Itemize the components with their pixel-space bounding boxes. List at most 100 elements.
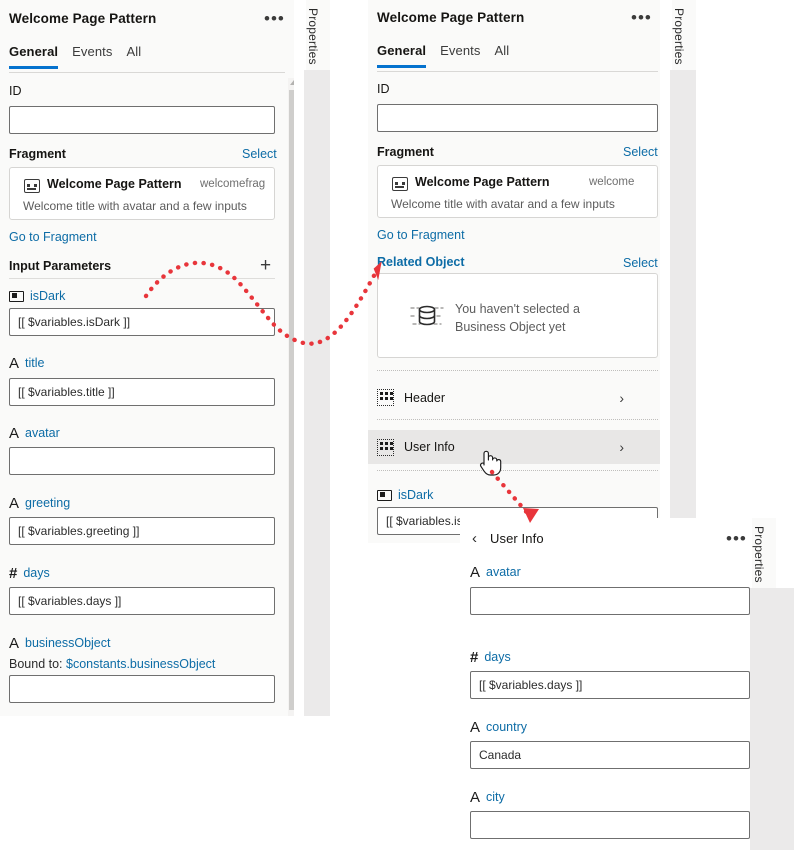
param-input-businessobject[interactable] [9, 675, 275, 703]
param-label-businessobject: businessObject [25, 636, 111, 650]
back-chevron-icon[interactable]: ‹ [472, 530, 477, 547]
nav-row-header-label: Header [404, 390, 445, 405]
properties-tab-strip-2[interactable]: Properties [672, 0, 696, 70]
number-icon: # [470, 648, 479, 666]
string-icon: A [9, 354, 20, 372]
page-title-2: Welcome Page Pattern [377, 10, 525, 25]
panel-user-info-properties: Properties ‹ User Info ••• A avatar # da… [460, 518, 794, 850]
string-icon: A [9, 634, 20, 652]
number-icon: # [9, 564, 18, 582]
id-label-2: ID [377, 82, 390, 96]
param-label-isdark: isDark [30, 289, 66, 303]
tab-all-2[interactable]: All [494, 43, 509, 68]
boolean-icon [377, 489, 392, 501]
panel-content-1: Welcome Page Pattern ••• General Events … [0, 0, 294, 716]
tab-bar-2: General Events All [377, 43, 509, 68]
param-input-isdark[interactable] [9, 308, 275, 336]
id-label-1: ID [9, 84, 22, 98]
properties-tab-label: Properties [752, 526, 766, 583]
field-input-country[interactable] [470, 741, 750, 769]
related-object-empty-card[interactable]: You haven't selected a Business Object y… [377, 273, 658, 358]
related-object-select-link[interactable]: Select [623, 256, 658, 270]
tab-underline-rule-2 [377, 71, 658, 72]
param-row-days: # days [9, 564, 50, 582]
nav-row-header[interactable]: Header › [368, 381, 660, 414]
properties-tab-label: Properties [672, 8, 686, 65]
field-row-avatar: A avatar [470, 563, 521, 581]
fragment-label-1: Fragment [9, 147, 66, 161]
nav-row-user-info[interactable]: User Info › [368, 430, 660, 464]
string-icon: A [470, 718, 481, 736]
overflow-menu-button-1[interactable]: ••• [264, 10, 285, 27]
go-to-fragment-link-2[interactable]: Go to Fragment [377, 228, 465, 242]
field-label-days: days [484, 650, 511, 664]
tab-general-1[interactable]: General [9, 44, 59, 69]
fragment-card-name-2: Welcome Page Pattern [415, 175, 550, 189]
fragment-card-description-1: Welcome title with avatar and a few inpu… [23, 199, 247, 213]
boolean-icon [9, 290, 24, 302]
id-input-1[interactable] [9, 106, 275, 134]
scrollbar-up-arrow-1[interactable] [290, 80, 294, 85]
tab-events-1[interactable]: Events [72, 44, 112, 69]
input-parameters-heading: Input Parameters [9, 259, 112, 273]
param-input-title[interactable] [9, 378, 275, 406]
overflow-menu-button-3[interactable]: ••• [726, 530, 747, 547]
param-label-greeting: greeting [25, 496, 71, 510]
tab-general-2[interactable]: General [377, 43, 427, 68]
go-to-fragment-link-1[interactable]: Go to Fragment [9, 230, 97, 244]
fragment-card-id-2: welcome [589, 176, 635, 188]
panel-fragment-properties-1: Properties Welcome Page Pattern ••• Gene… [0, 0, 330, 716]
param-row-avatar: A avatar [9, 424, 60, 442]
tab-events-2[interactable]: Events [440, 43, 480, 68]
param-label-avatar: avatar [25, 426, 60, 440]
overflow-menu-button-2[interactable]: ••• [631, 9, 652, 26]
param-label-title: title [25, 356, 45, 370]
param-row-isdark-2: isDark [377, 488, 433, 502]
grid-icon [377, 389, 394, 406]
param-input-days[interactable] [9, 587, 275, 615]
business-object-icon [410, 299, 444, 333]
string-icon: A [470, 788, 481, 806]
fragment-icon-2 [392, 177, 408, 191]
field-input-days[interactable] [470, 671, 750, 699]
fragment-card-1[interactable]: Welcome Page Pattern welcomefrag Welcome… [9, 167, 275, 220]
param-label-isdark-2: isDark [398, 488, 434, 502]
grid-icon [377, 438, 394, 456]
string-icon: A [470, 563, 481, 581]
field-input-avatar[interactable] [470, 587, 750, 615]
add-input-parameter-button[interactable]: + [260, 256, 271, 275]
properties-panel-backdrop-2 [670, 70, 696, 543]
param-input-avatar[interactable] [9, 447, 275, 475]
fragment-card-description-2: Welcome title with avatar and a few inpu… [391, 197, 615, 211]
param-label-days: days [23, 566, 50, 580]
tab-bar-1: General Events All [9, 44, 141, 69]
related-object-empty-text: You haven't selected a Business Object y… [455, 302, 580, 334]
input-parameters-rule [9, 278, 275, 279]
properties-tab-strip-1[interactable]: Properties [306, 0, 330, 70]
field-input-city[interactable] [470, 811, 750, 839]
properties-tab-label: Properties [306, 8, 320, 65]
fragment-card-name-1: Welcome Page Pattern [47, 177, 182, 191]
field-row-country: A country [470, 718, 527, 736]
scrollbar-thumb-1[interactable] [289, 90, 294, 710]
param-input-greeting[interactable] [9, 517, 275, 545]
param-row-isdark: isDark [9, 289, 65, 303]
properties-panel-backdrop-3 [750, 588, 794, 850]
param-row-title: A title [9, 354, 45, 372]
fragment-card-2[interactable]: Welcome Page Pattern welcome Welcome tit… [377, 165, 658, 218]
section-divider [377, 370, 658, 371]
tab-all-1[interactable]: All [126, 44, 141, 69]
fragment-card-id-1: welcomefrag [200, 178, 266, 190]
param-row-businessobject: A businessObject [9, 634, 111, 652]
panel-content-2: Welcome Page Pattern ••• General Events … [368, 0, 660, 543]
string-icon: A [9, 494, 20, 512]
string-icon: A [9, 424, 20, 442]
nav-divider-1 [377, 419, 658, 420]
related-object-heading: Related Object [377, 255, 465, 269]
fragment-select-link-1[interactable]: Select [242, 147, 277, 161]
id-input-2[interactable] [377, 104, 658, 132]
page-title-1: Welcome Page Pattern [9, 11, 157, 26]
fragment-select-link-2[interactable]: Select [623, 145, 658, 159]
panel-content-3: ‹ User Info ••• A avatar # days A countr… [460, 518, 750, 850]
properties-tab-strip-3[interactable]: Properties [752, 518, 776, 588]
